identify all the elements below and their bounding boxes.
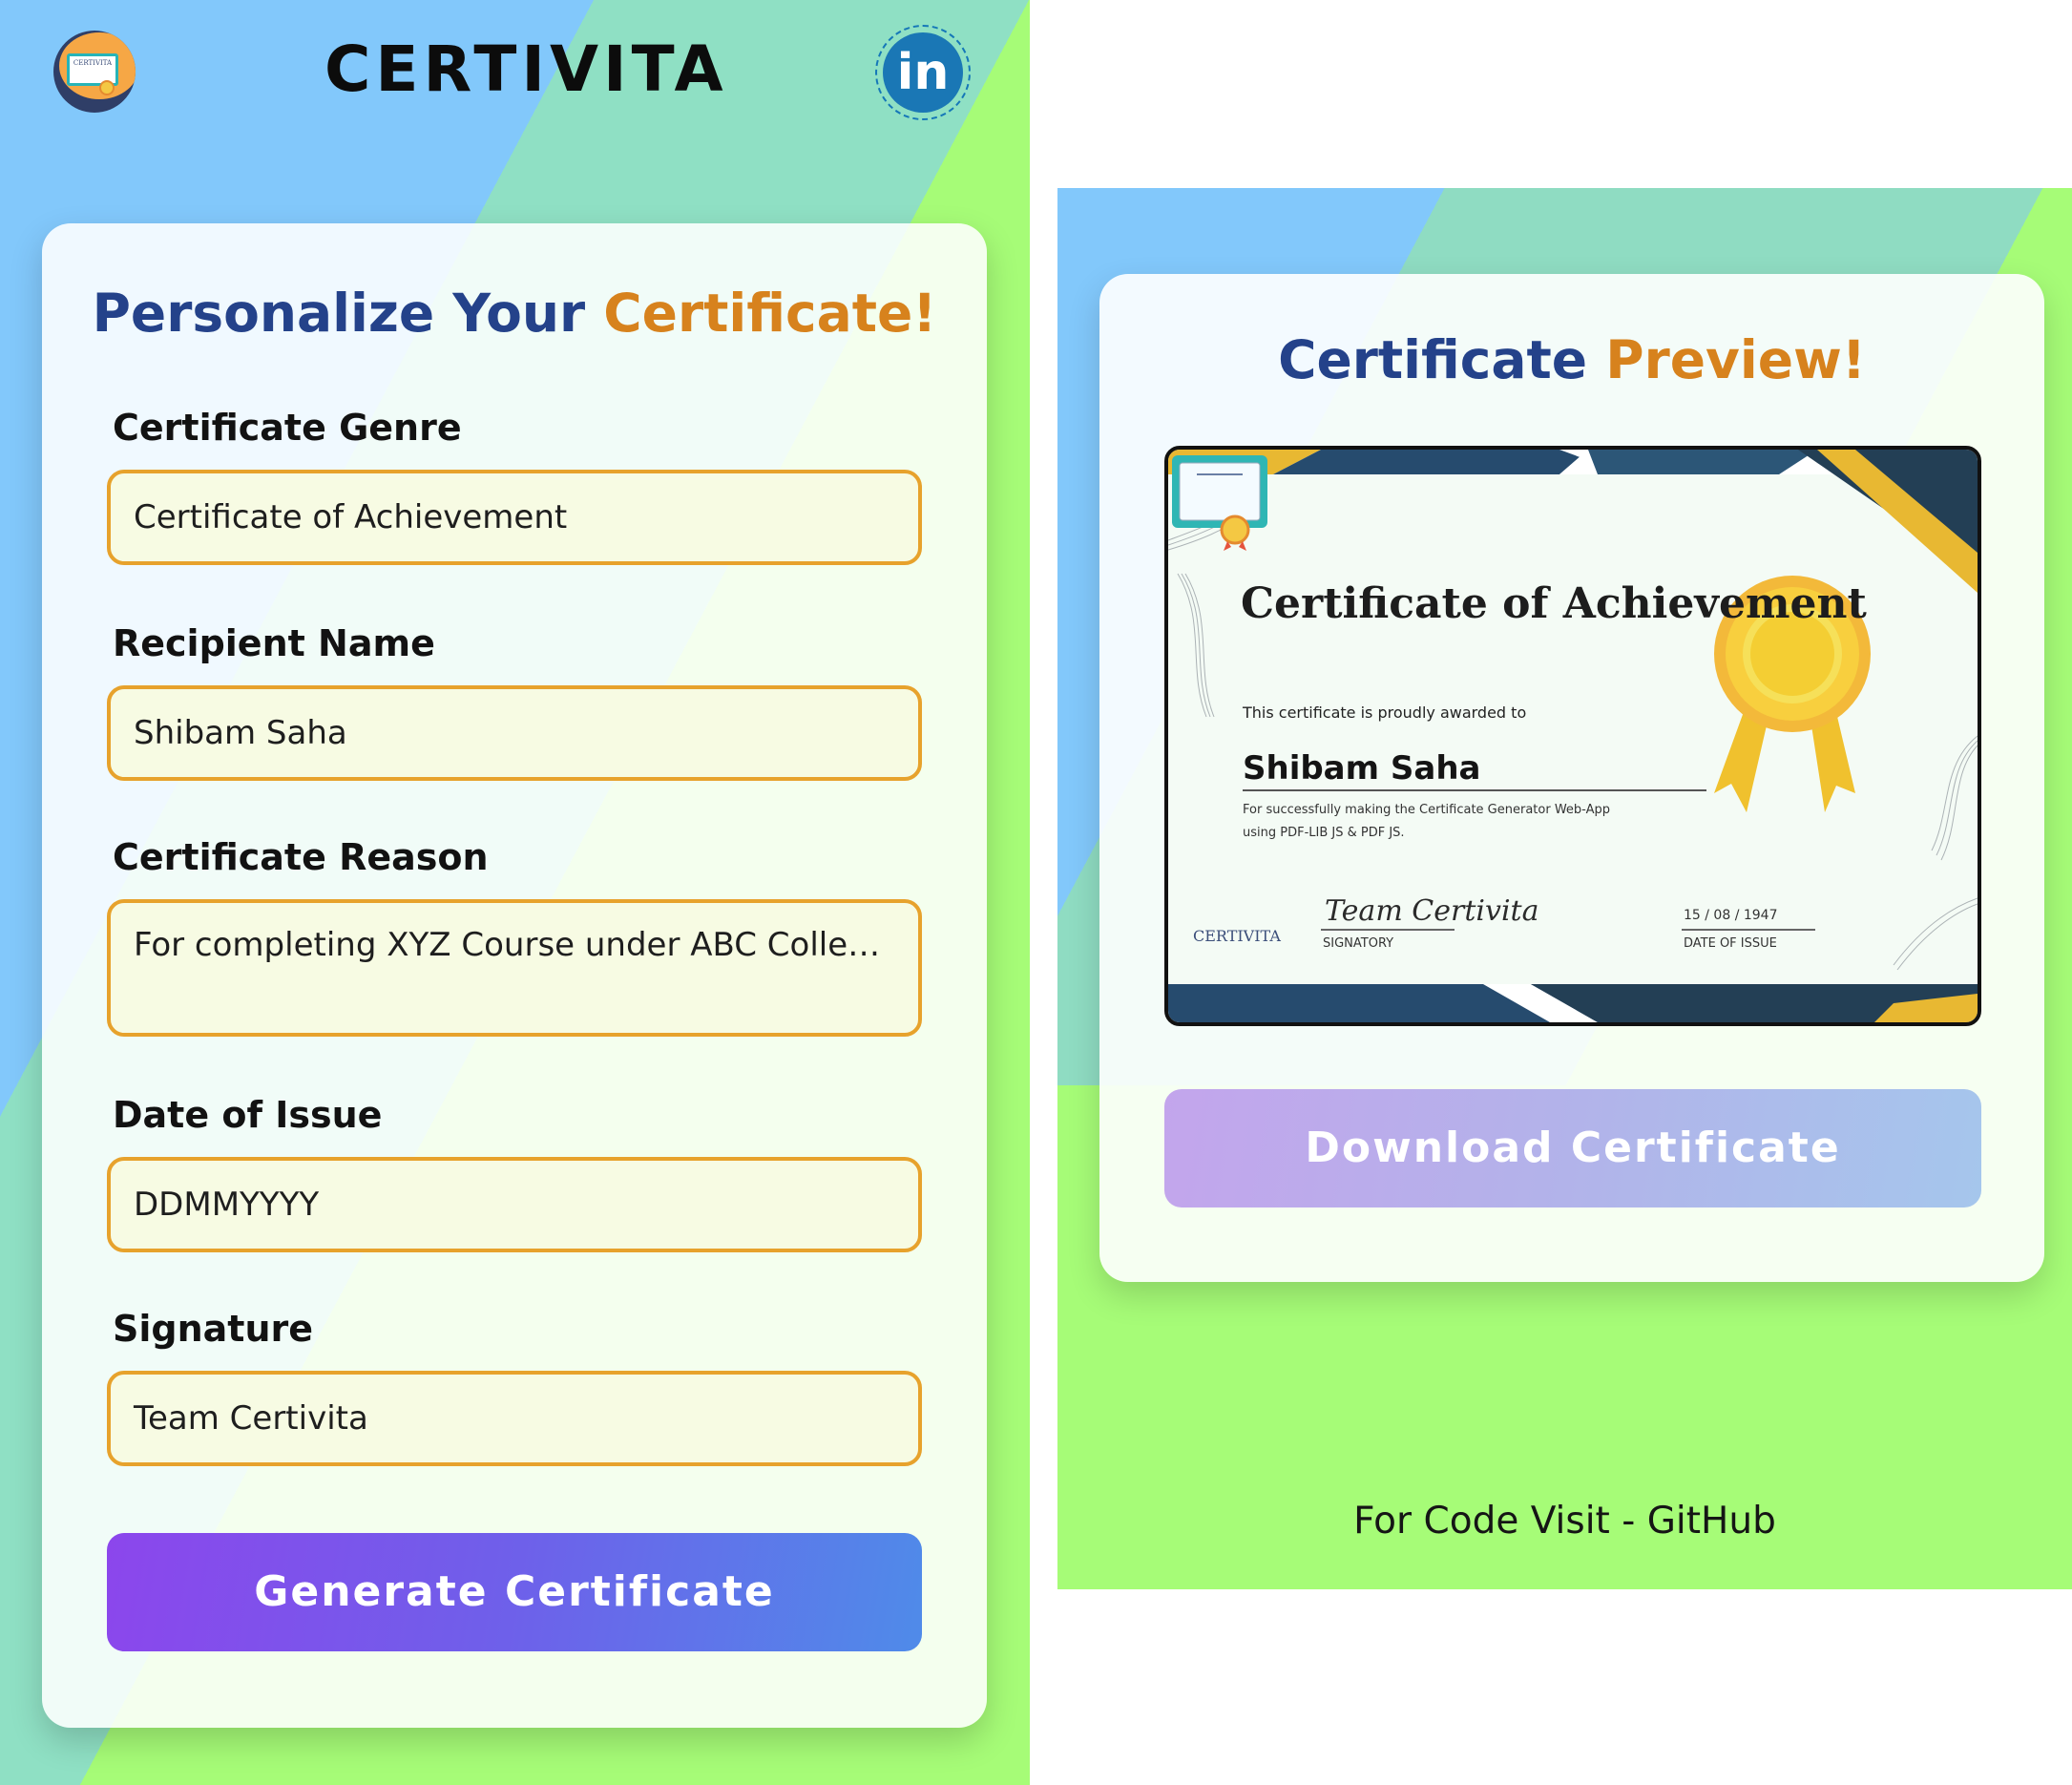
form-heading-main: Personalize Your bbox=[92, 283, 586, 344]
certificate-badge-label: CERTIVITA bbox=[1193, 927, 1281, 945]
app-title: CERTIVITA bbox=[324, 32, 728, 106]
page: CERTIVITA CERTIVITA in Personalize Your … bbox=[0, 0, 2072, 1785]
linkedin-link[interactable]: in bbox=[875, 25, 971, 120]
certificate-recipient: Shibam Saha bbox=[1243, 749, 1481, 788]
preview-heading-main: Certificate bbox=[1278, 329, 1588, 390]
form-card: Personalize Your Certificate! Certificat… bbox=[42, 223, 987, 1728]
form-heading-accent: Certificate! bbox=[603, 283, 937, 344]
preview-heading-accent: Preview! bbox=[1605, 329, 1866, 390]
genre-input[interactable]: Certificate of Achievement bbox=[107, 470, 922, 565]
reason-label: Certificate Reason bbox=[113, 836, 489, 878]
signature-underline bbox=[1321, 929, 1455, 931]
generate-certificate-button[interactable]: Generate Certificate bbox=[107, 1533, 922, 1651]
signature-input[interactable]: Team Certivita bbox=[107, 1371, 922, 1466]
github-link[interactable]: GitHub bbox=[1647, 1500, 1776, 1543]
certificate-reason-line2: using PDF-LIB JS & PDF JS. bbox=[1243, 826, 1405, 840]
reason-input[interactable]: For completing XYZ Course under ABC Coll… bbox=[107, 899, 922, 1037]
genre-label: Certificate Genre bbox=[113, 407, 462, 449]
signature-caption: SIGNATORY bbox=[1323, 936, 1394, 951]
certificate-date: 15 / 08 / 1947 bbox=[1684, 908, 1778, 923]
form-panel: CERTIVITA CERTIVITA in Personalize Your … bbox=[0, 0, 1030, 1785]
date-label: Date of Issue bbox=[113, 1094, 383, 1136]
certificate-reason-line1: For successfully making the Certificate … bbox=[1243, 803, 1610, 817]
preview-heading: Certificate Preview! bbox=[1099, 329, 2044, 390]
form-heading: Personalize Your Certificate! bbox=[42, 283, 987, 344]
preview-panel: Certificate Preview! Certificate of Achi… bbox=[1057, 188, 2072, 1589]
certificate-badge-icon bbox=[1172, 455, 1267, 551]
certificate-reason: For successfully making the Certificate … bbox=[1243, 799, 1682, 845]
certificate-awarded-text: This certificate is proudly awarded to bbox=[1243, 704, 1527, 722]
recipient-label: Recipient Name bbox=[113, 622, 435, 664]
app-logo-icon[interactable]: CERTIVITA bbox=[53, 31, 136, 113]
date-caption: DATE OF ISSUE bbox=[1684, 936, 1777, 951]
signature-label: Signature bbox=[113, 1308, 314, 1350]
recipient-input[interactable]: Shibam Saha bbox=[107, 685, 922, 781]
certificate-preview: Certificate of Achievement This certific… bbox=[1164, 446, 1981, 1026]
footer: For Code Visit - GitHub bbox=[1057, 1500, 2072, 1543]
certificate-decoration bbox=[1168, 450, 1978, 1022]
date-input[interactable]: DDMMYYYY bbox=[107, 1157, 922, 1252]
certificate-signature: Team Certivita bbox=[1325, 894, 1539, 928]
download-certificate-button[interactable]: Download Certificate bbox=[1164, 1089, 1981, 1208]
linkedin-icon: in bbox=[883, 32, 963, 113]
preview-card: Certificate Preview! Certificate of Achi… bbox=[1099, 274, 2044, 1282]
recipient-underline bbox=[1243, 789, 1706, 791]
certificate-title: Certificate of Achievement bbox=[1241, 579, 1867, 628]
footer-prefix: For Code Visit - bbox=[1353, 1500, 1647, 1543]
date-underline bbox=[1682, 929, 1815, 931]
